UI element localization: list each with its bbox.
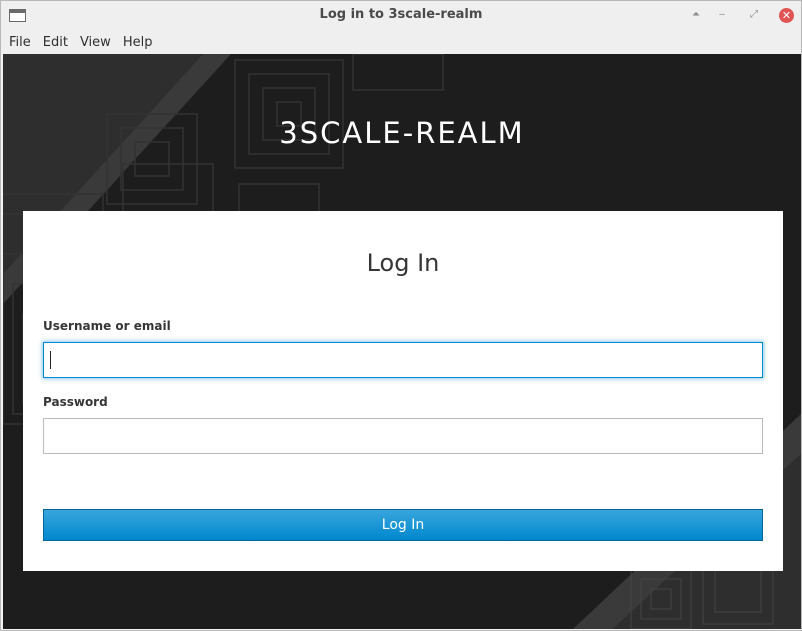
shade-icon[interactable]: ⏶ (689, 8, 703, 22)
login-heading: Log In (366, 249, 440, 277)
realm-title: 3SCALE-REALM (279, 116, 525, 150)
menu-bar: File Edit View Help (1, 30, 801, 54)
password-input[interactable] (43, 418, 763, 454)
menu-help[interactable]: Help (117, 35, 159, 50)
password-label: Password (43, 395, 108, 409)
title-bar[interactable]: Log in to 3scale-realm ⏶ ‒ ⤢ ✕ (1, 1, 801, 30)
login-button[interactable]: Log In (43, 509, 763, 541)
close-icon[interactable]: ✕ (779, 8, 794, 23)
browser-window: Log in to 3scale-realm ⏶ ‒ ⤢ ✕ File Edit… (0, 0, 802, 631)
page-viewport: 3SCALE-REALM Log In Username or email Pa… (3, 54, 801, 629)
maximize-icon[interactable]: ⤢ (747, 8, 761, 22)
login-card: Log In Username or email Password Log In (23, 211, 783, 571)
menu-file[interactable]: File (3, 35, 37, 50)
minimize-icon[interactable]: ‒ (715, 8, 729, 22)
username-label: Username or email (43, 319, 171, 333)
menu-edit[interactable]: Edit (37, 35, 74, 50)
menu-view[interactable]: View (74, 35, 117, 50)
username-input[interactable] (43, 342, 763, 378)
text-caret (50, 351, 51, 369)
window-title: Log in to 3scale-realm (319, 7, 483, 22)
